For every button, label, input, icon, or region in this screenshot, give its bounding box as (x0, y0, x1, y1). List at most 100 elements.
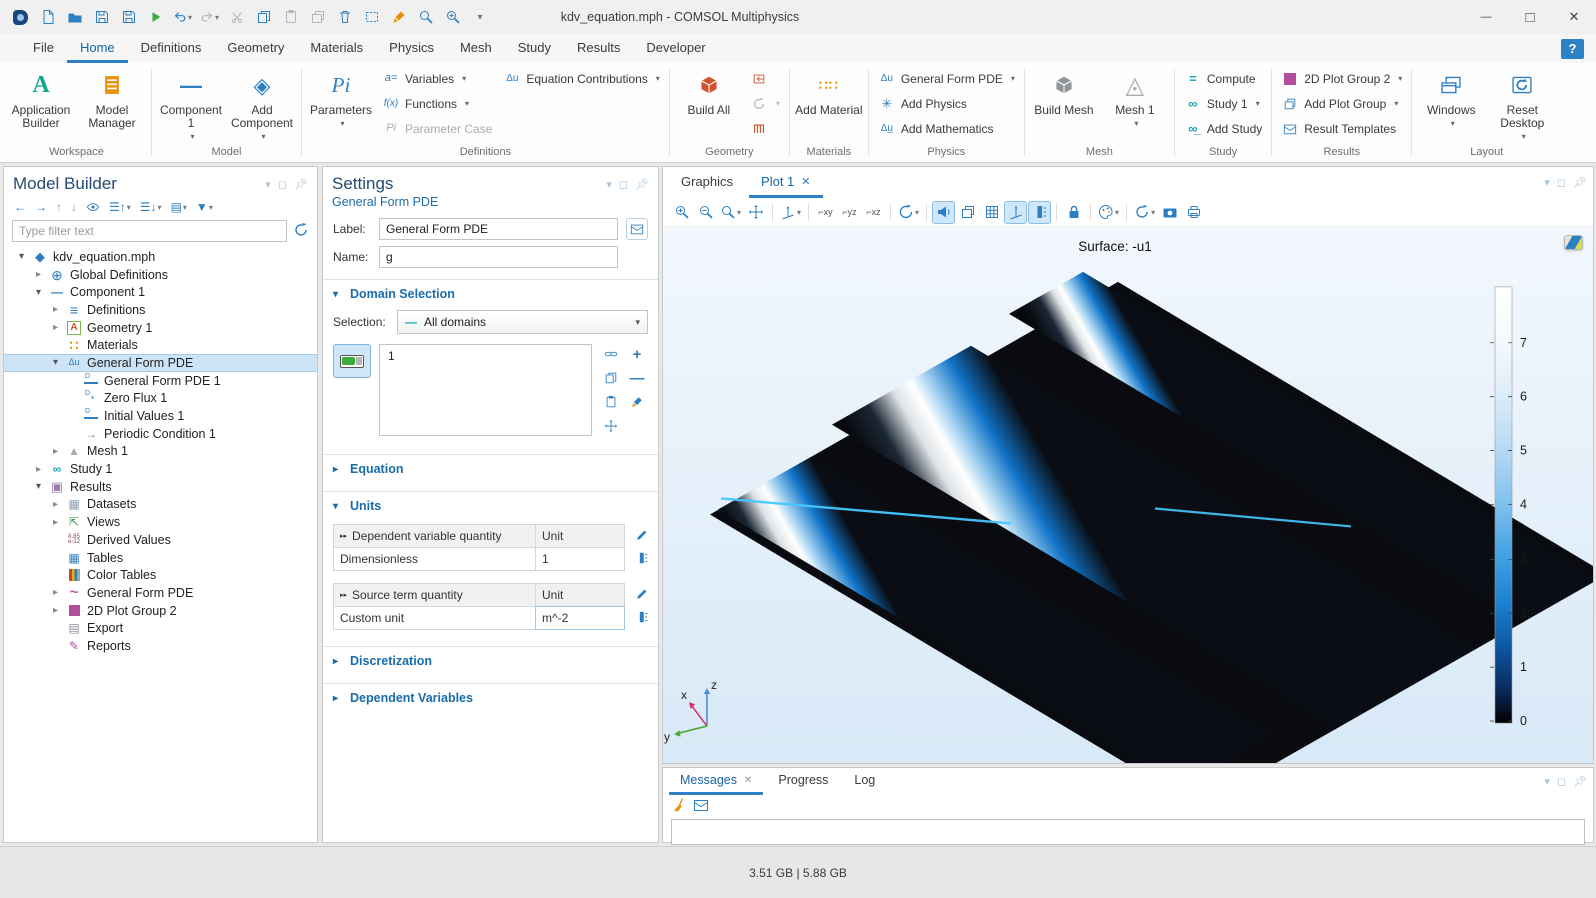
panel-float-icon[interactable]: ◻ (278, 178, 287, 191)
create-selection-icon[interactable] (600, 344, 622, 364)
tree-item-general-form-pde-1[interactable]: General Form PDE 1 (4, 372, 317, 390)
open-button[interactable] (62, 4, 87, 30)
edit-quantity-icon[interactable] (635, 587, 649, 604)
redo-button[interactable]: ▾ (197, 4, 222, 30)
model-tree-nodes-button[interactable]: ▤▾ (171, 200, 187, 214)
clear-messages-icon[interactable] (671, 797, 687, 816)
forward-button[interactable]: → (35, 200, 47, 214)
save-button[interactable] (89, 4, 114, 30)
panel-menu-icon[interactable]: ▾ (1544, 176, 1550, 189)
parameter-case-button[interactable]: PiParameter Case (377, 117, 497, 140)
run-button[interactable] (143, 4, 168, 30)
section-discretization[interactable]: ▸Discretization (323, 647, 658, 675)
application-builder-button[interactable]: A Application Builder (6, 66, 76, 130)
find-button[interactable] (413, 4, 438, 30)
change-unit-icon[interactable] (635, 551, 649, 568)
mesh-1-button[interactable]: ◬ Mesh 1 (1100, 66, 1170, 130)
search-button[interactable] (440, 4, 465, 30)
menu-developer[interactable]: Developer (633, 34, 718, 63)
menu-definitions[interactable]: Definitions (128, 34, 215, 63)
panel-pin-icon[interactable]: 📌︎ (1573, 775, 1587, 788)
color-legend-button[interactable] (1028, 201, 1051, 224)
paste-selection-icon[interactable] (600, 392, 622, 412)
panel-pin-icon[interactable]: 📌︎ (294, 178, 308, 191)
tree-item-results[interactable]: Results (4, 478, 317, 496)
image-settings-button[interactable]: ▾ (1096, 201, 1121, 224)
update-plot-button[interactable]: ▾ (1132, 201, 1157, 224)
tree-item-color-tables[interactable]: Color Tables (4, 566, 317, 584)
table-row[interactable]: Dimensionless 1 (334, 548, 624, 570)
section-dependent-variables[interactable]: ▸Dependent Variables (323, 684, 658, 712)
deselect-button[interactable] (386, 4, 411, 30)
compute-button[interactable]: =Compute (1179, 67, 1267, 90)
rotate-button[interactable]: ▾ (896, 201, 921, 224)
panel-float-icon[interactable]: ◻ (1557, 176, 1566, 189)
xy-view-button[interactable]: ⌐xy (814, 201, 837, 224)
expand-all-button[interactable]: ☰↓▾ (140, 200, 162, 214)
zoom-to-selection-icon[interactable] (600, 416, 622, 436)
snapshot-button[interactable] (1158, 201, 1181, 224)
chevron-collapsed-icon[interactable] (50, 587, 61, 598)
panel-menu-icon[interactable]: ▾ (1544, 775, 1550, 788)
panel-float-icon[interactable]: ◻ (1557, 775, 1566, 788)
deselect-icon[interactable] (626, 392, 648, 412)
tree-item-global-definitions[interactable]: Global Definitions (4, 266, 317, 284)
open-messages-window-icon[interactable] (693, 797, 709, 816)
add-plot-group-button[interactable]: Add Plot Group (1276, 92, 1407, 115)
xz-view-button[interactable]: ⌐xz (862, 201, 885, 224)
tree-item-views[interactable]: Views (4, 513, 317, 531)
print-button[interactable] (1182, 201, 1205, 224)
tree-item-root[interactable]: kdv_equation.mph (4, 248, 317, 266)
chevron-collapsed-icon[interactable] (50, 446, 61, 457)
add-physics-button[interactable]: ✳Add Physics (873, 92, 1020, 115)
tree-item-zero-flux-1[interactable]: Zero Flux 1 (4, 390, 317, 408)
help-button[interactable]: ? (1561, 39, 1584, 59)
zoom-out-button[interactable] (694, 201, 717, 224)
tree-item-mesh-1[interactable]: Mesh 1 (4, 443, 317, 461)
tree-item-geometry-1[interactable]: AGeometry 1 (4, 319, 317, 337)
tree-item-study-1[interactable]: Study 1 (4, 460, 317, 478)
add-mathematics-button[interactable]: Δu̲Add Mathematics (873, 117, 1020, 140)
tree-item-initial-values-1[interactable]: Initial Values 1 (4, 407, 317, 425)
close-tab-icon[interactable]: ✕ (801, 175, 810, 188)
rename-icon[interactable] (626, 218, 648, 240)
close-tab-icon[interactable]: ✕ (744, 775, 752, 786)
maximize-button[interactable] (1508, 0, 1552, 34)
add-study-button[interactable]: ∞̲Add Study (1179, 117, 1267, 140)
tree-item-datasets[interactable]: Datasets (4, 496, 317, 514)
change-unit-icon[interactable] (635, 610, 649, 627)
tree-item-periodic-condition-1[interactable]: Periodic Condition 1 (4, 425, 317, 443)
chevron-collapsed-icon[interactable] (50, 322, 61, 333)
panel-menu-icon[interactable]: ▾ (606, 178, 612, 191)
save-as-button[interactable] (116, 4, 141, 30)
name-input[interactable] (379, 246, 618, 268)
section-equation[interactable]: ▸Equation (323, 455, 658, 483)
select-box-button[interactable] (359, 4, 384, 30)
close-button[interactable] (1552, 0, 1596, 34)
unit-cell-editable[interactable]: m^-2 (536, 607, 624, 629)
variables-button[interactable]: a=Variables (377, 67, 497, 90)
show-icon[interactable] (86, 200, 100, 214)
menu-results[interactable]: Results (564, 34, 633, 63)
show-grid-button[interactable] (980, 201, 1003, 224)
add-component-button[interactable]: ◈ Add Component (227, 66, 297, 143)
zoom-extents-button[interactable] (744, 201, 767, 224)
qat-overflow-button[interactable]: ▾ (467, 4, 492, 30)
chevron-collapsed-icon[interactable] (50, 304, 61, 315)
duplicate-button[interactable] (305, 4, 330, 30)
menu-mesh[interactable]: Mesh (447, 34, 505, 63)
filter-input[interactable] (12, 220, 287, 242)
functions-button[interactable]: f(x)Functions (377, 92, 497, 115)
zoom-box-button[interactable]: ▾ (718, 201, 743, 224)
tree-item-materials[interactable]: Materials (4, 336, 317, 354)
panel-float-icon[interactable]: ◻ (619, 178, 628, 191)
new-file-button[interactable] (35, 4, 60, 30)
tab-plot-1[interactable]: Plot 1✕ (749, 167, 822, 198)
axis-orientation-button[interactable] (1004, 201, 1027, 224)
cut-button[interactable] (224, 4, 249, 30)
edit-quantity-icon[interactable] (635, 528, 649, 545)
refresh-icon[interactable] (293, 222, 309, 241)
scene-light-button[interactable] (932, 201, 955, 224)
equation-contributions-button[interactable]: ΔuEquation Contributions (498, 67, 664, 90)
menu-home[interactable]: Home (67, 34, 128, 63)
